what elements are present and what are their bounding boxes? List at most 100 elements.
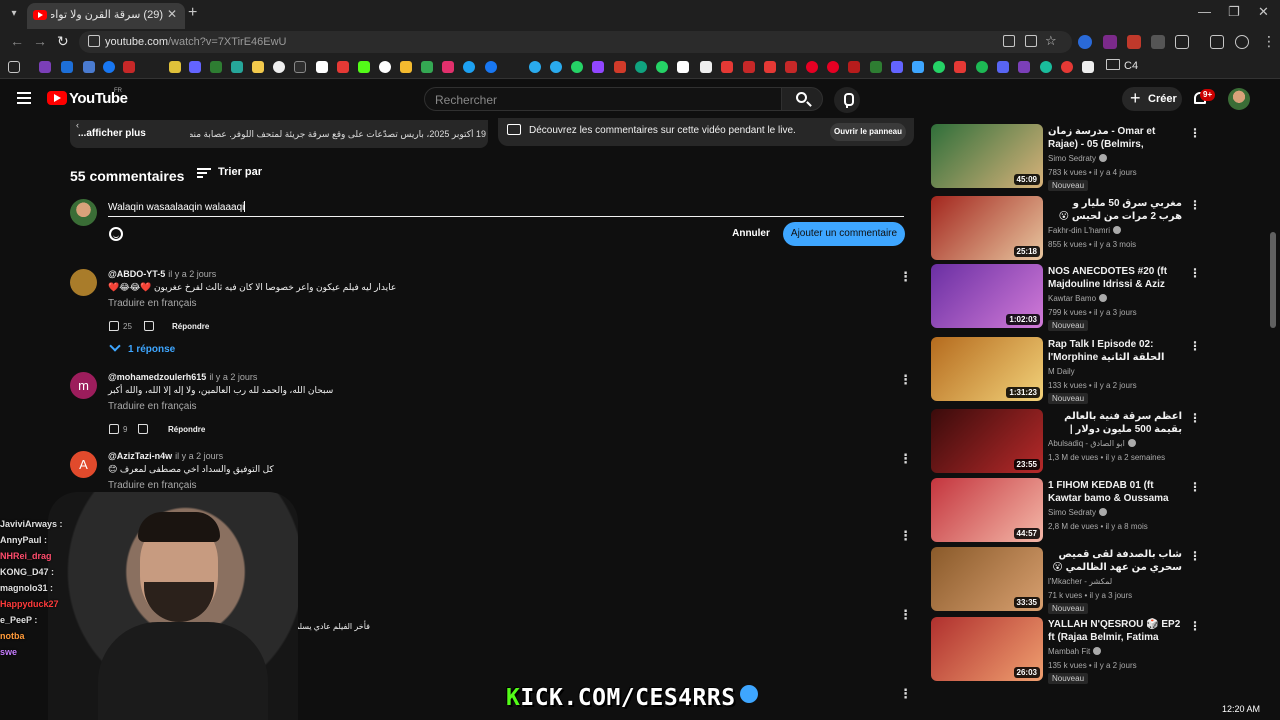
more-options-icon[interactable]: ⋮ <box>1189 266 1201 280</box>
more-options-icon[interactable]: ⋮ <box>1189 198 1201 212</box>
avatar[interactable]: A <box>70 451 97 478</box>
bookmark-icon[interactable] <box>677 61 689 73</box>
install-app-icon[interactable] <box>1003 35 1015 47</box>
video-thumbnail[interactable]: 23:55 <box>931 409 1043 473</box>
forward-icon[interactable]: → <box>33 33 47 49</box>
translate-link[interactable]: Traduire en français <box>108 401 197 412</box>
dislike-icon[interactable] <box>144 321 154 331</box>
page-scrollbar[interactable] <box>1270 232 1276 328</box>
add-comment-button[interactable]: Ajouter un commentaire <box>783 222 905 246</box>
bookmark-icon[interactable] <box>656 61 668 73</box>
video-thumbnail[interactable]: 44:57 <box>931 478 1043 542</box>
video-title[interactable]: مدرسة زمان - Omar et Rajae) - 05 (Belmir… <box>1048 125 1182 151</box>
more-options-icon[interactable]: ⋮ <box>899 451 912 467</box>
bookmark-icon[interactable] <box>743 61 755 73</box>
channel-name[interactable]: Kawtar Bamo <box>1048 294 1108 303</box>
video-thumbnail[interactable]: 1:31:23 <box>931 337 1043 401</box>
mastodon-icon[interactable] <box>189 61 201 73</box>
tab-search-icon[interactable]: ▾ <box>6 6 22 22</box>
bookmark-icon[interactable] <box>39 61 51 73</box>
bookmark-icon[interactable] <box>954 61 966 73</box>
media-control-icon[interactable] <box>1210 35 1224 49</box>
bookmark-icon[interactable] <box>294 61 306 73</box>
bookmark-folder[interactable]: C4 <box>1106 59 1138 72</box>
video-thumbnail[interactable]: 1:02:03 <box>931 264 1043 328</box>
site-info-icon[interactable] <box>88 35 100 47</box>
bookmark-icon[interactable] <box>1061 61 1073 73</box>
channel-name[interactable]: Fakhr-din L'hamri <box>1048 226 1121 235</box>
bookmark-icon[interactable] <box>231 61 243 73</box>
recommended-video[interactable]: 33:35 شاب بالصدفة لقى قميص سحري من عهد ا… <box>931 547 1201 614</box>
extensions-puzzle-icon[interactable] <box>1175 35 1189 49</box>
youtube-logo-icon[interactable] <box>47 91 67 105</box>
omnibox[interactable]: youtube.com/watch?v=7XTirE46EwU ☆ <box>79 31 1072 53</box>
kick-icon[interactable] <box>358 61 370 73</box>
instagram-icon[interactable] <box>442 61 454 73</box>
channel-name[interactable]: M Daily <box>1048 367 1075 376</box>
browser-menu-icon[interactable]: ⋮ <box>1262 33 1276 50</box>
more-options-icon[interactable]: ⋮ <box>1189 126 1201 140</box>
extension-icon[interactable] <box>1127 35 1141 49</box>
emoji-icon[interactable] <box>109 227 123 241</box>
more-options-icon[interactable]: ⋮ <box>899 269 912 285</box>
channel-name[interactable]: l'Mkacher - لمكشر <box>1048 577 1112 586</box>
avatar[interactable] <box>70 269 97 296</box>
avatar[interactable]: m <box>70 372 97 399</box>
bookmark-icon[interactable] <box>252 61 264 73</box>
bookmark-icon[interactable] <box>614 61 626 73</box>
twitch-icon[interactable] <box>592 61 604 73</box>
channel-name[interactable]: Abulsadiq - ابو الصادق <box>1048 439 1136 448</box>
cancel-button[interactable]: Annuler <box>726 222 776 246</box>
window-close-icon[interactable]: ✕ <box>1258 4 1269 20</box>
recommended-video[interactable]: 1:31:23 Rap Talk I Episode 02: l'Morphin… <box>931 337 1201 404</box>
facebook-icon[interactable] <box>103 61 115 73</box>
more-options-icon[interactable]: ⋮ <box>1189 339 1201 353</box>
minimize-icon[interactable]: — <box>1198 4 1211 19</box>
chatgpt-icon[interactable] <box>635 61 647 73</box>
google-icon[interactable] <box>379 61 391 73</box>
comment-time[interactable]: il y a 2 jours <box>168 269 216 279</box>
spotify-icon[interactable] <box>976 61 988 73</box>
profile-icon[interactable] <box>1235 35 1249 49</box>
extension-icon[interactable] <box>1078 35 1092 49</box>
extension-icon[interactable] <box>1103 35 1117 49</box>
bookmark-icon[interactable] <box>912 61 924 73</box>
bookmark-icon[interactable] <box>891 61 903 73</box>
dislike-icon[interactable] <box>138 424 148 434</box>
tab-close-icon[interactable]: ✕ <box>167 7 177 21</box>
bookmark-icon[interactable] <box>700 61 712 73</box>
extension-icon[interactable] <box>1151 35 1165 49</box>
channel-name[interactable]: Simo Sedraty <box>1048 508 1108 517</box>
video-description[interactable]: ‹ ...afficher plus 19 أكتوبر 2025، باريس… <box>70 120 488 148</box>
more-options-icon[interactable]: ⋮ <box>1189 619 1201 633</box>
more-options-icon[interactable]: ⋮ <box>1189 411 1201 425</box>
new-tab-icon[interactable]: + <box>188 4 197 22</box>
url-text[interactable]: youtube.com/watch?v=7XTirE46EwU <box>105 36 287 48</box>
bookmark-icon[interactable] <box>210 61 222 73</box>
restore-icon[interactable]: ❐ <box>1228 4 1240 20</box>
bookmark-icon[interactable] <box>463 61 475 73</box>
video-title[interactable]: مغربي سرق 50 مليار و هرب 2 مرات من لحبس … <box>1048 197 1182 223</box>
recommended-video[interactable]: 44:57 1 FIHOM KEDAB 01 (ft Kawtar bamo &… <box>931 478 1201 542</box>
comment-time[interactable]: il y a 2 jours <box>175 451 223 461</box>
video-thumbnail[interactable]: 45:09 <box>931 124 1043 188</box>
more-options-icon[interactable]: ⋮ <box>899 528 912 544</box>
like-icon[interactable] <box>109 321 119 331</box>
video-title[interactable]: YALLAH N'QESROU 🎲 EP2 ft (Rajaa Belmir, … <box>1048 618 1182 644</box>
gmail-icon[interactable] <box>337 61 349 73</box>
bookmark-icon[interactable] <box>785 61 797 73</box>
reload-icon[interactable]: ↻ <box>57 33 69 50</box>
show-more-link[interactable]: ...afficher plus <box>78 128 146 139</box>
video-thumbnail[interactable]: 26:03 <box>931 617 1043 681</box>
facebook-icon[interactable] <box>485 61 497 73</box>
recommended-video[interactable]: 26:03 YALLAH N'QESROU 🎲 EP2 ft (Rajaa Be… <box>931 617 1201 684</box>
telegram-icon[interactable] <box>529 61 541 73</box>
account-avatar[interactable] <box>1228 88 1250 110</box>
more-options-icon[interactable]: ⋮ <box>1189 480 1201 494</box>
comment-time[interactable]: il y a 2 jours <box>209 372 257 382</box>
channel-name[interactable]: Mambah Fit <box>1048 647 1102 656</box>
apps-grid-icon[interactable] <box>8 61 20 73</box>
translate-link[interactable]: Traduire en français <box>108 480 197 491</box>
video-title[interactable]: شاب بالصدفة لقى قميص سحري من عهد الظالمي… <box>1048 548 1182 574</box>
bookmark-icon[interactable] <box>83 61 95 73</box>
